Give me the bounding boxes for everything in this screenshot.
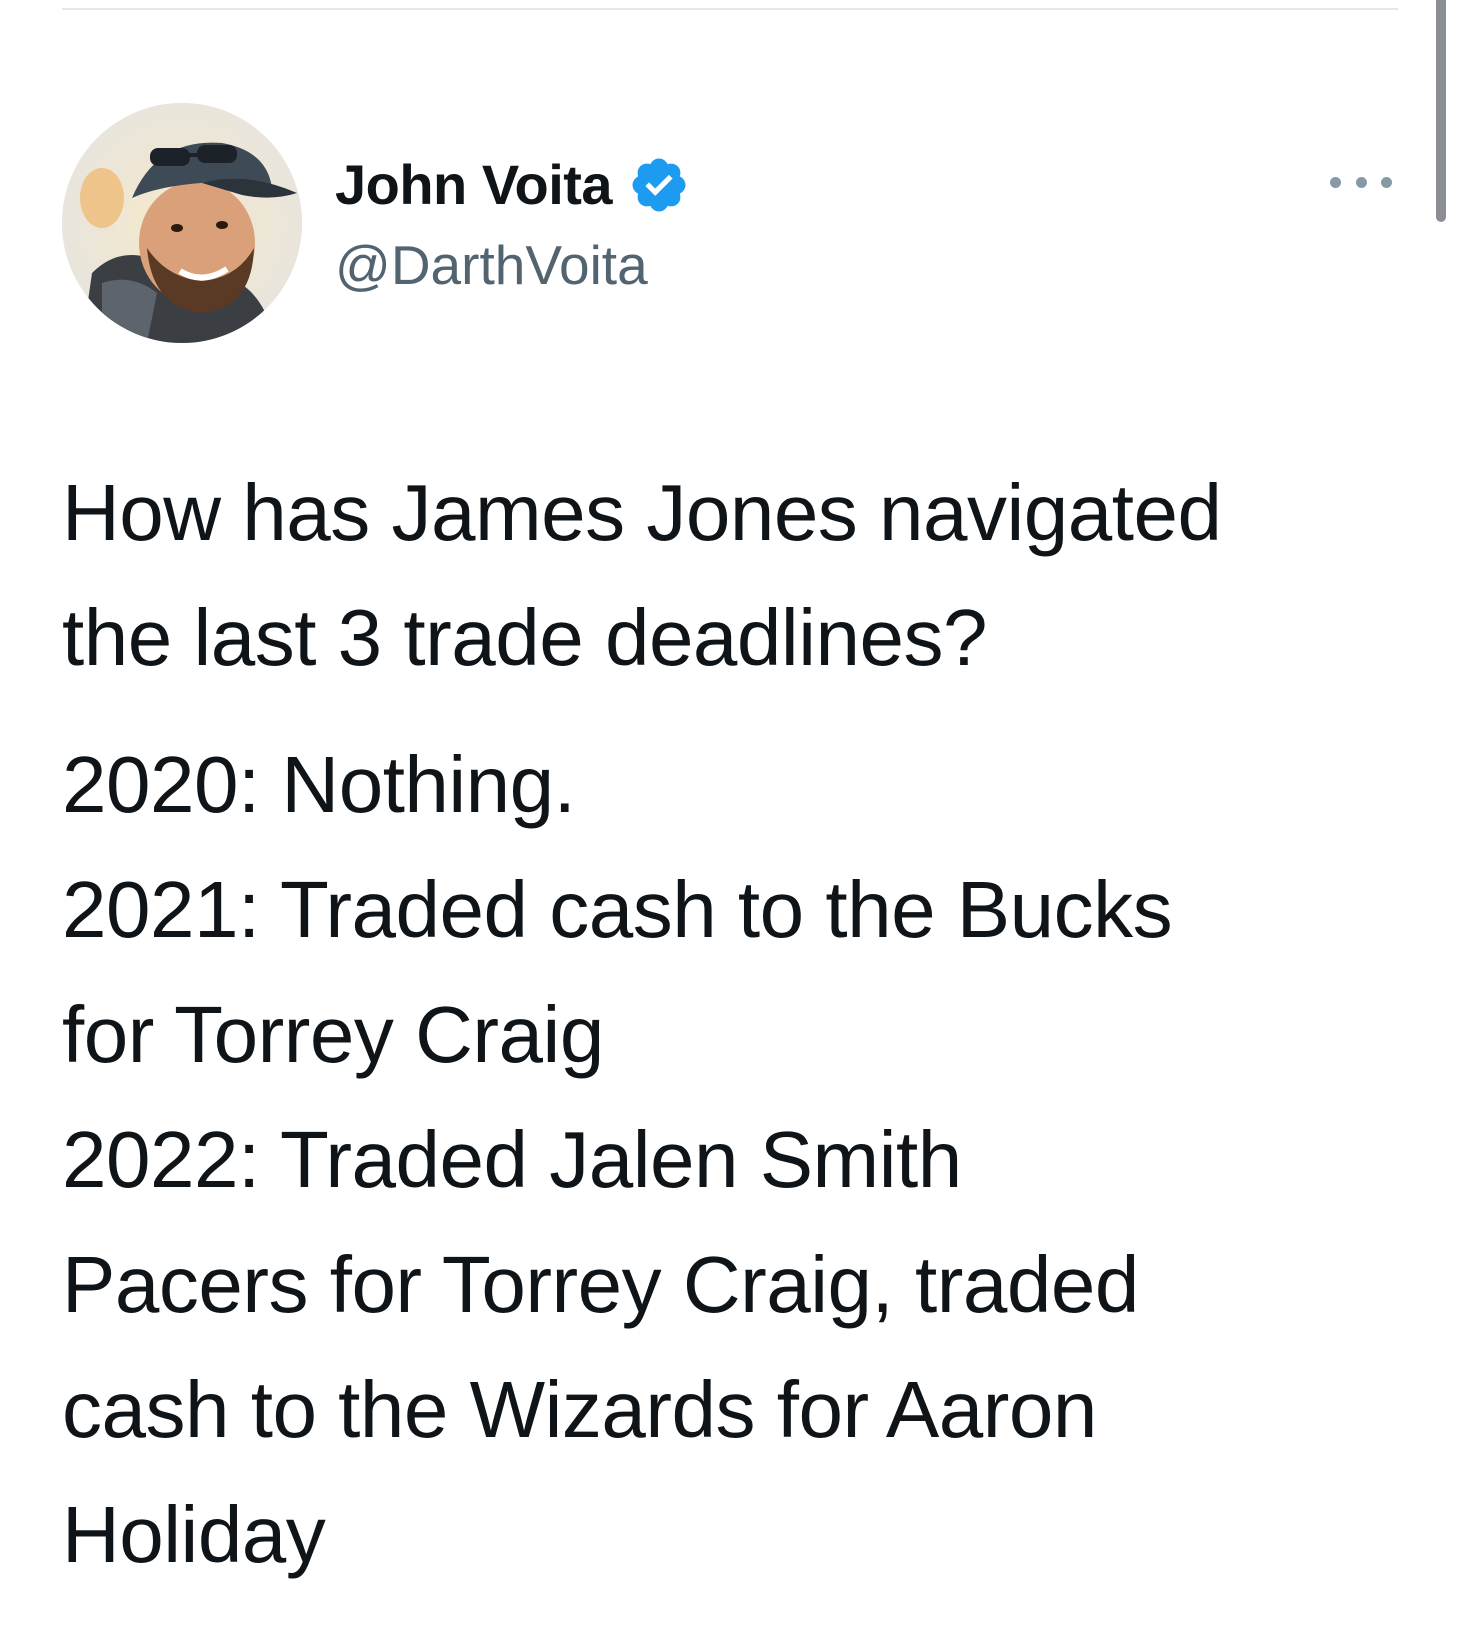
tweet-line: 2022: Traded Jalen Smith [62, 1115, 962, 1204]
tweet-line: 2021: Traded cash to the Bucks [62, 865, 1173, 954]
tweet-line: Holiday [62, 1490, 326, 1579]
more-options-icon[interactable] [1330, 168, 1392, 196]
scrollbar[interactable] [1436, 0, 1446, 222]
tweet-line: 2020: Nothing. [62, 740, 576, 829]
tweet-line: How has James Jones navigated [62, 468, 1222, 557]
tweet-text: How has James Jones navigated the last 3… [62, 450, 1402, 1597]
author-name-row[interactable]: John Voita [335, 145, 690, 225]
tweet-line: the last 3 trade deadlines? [62, 593, 987, 682]
author-handle[interactable]: @DarthVoita [335, 238, 648, 293]
top-divider [62, 8, 1398, 10]
dot [1381, 176, 1392, 188]
display-name[interactable]: John Voita [335, 157, 613, 213]
tweet-line: for Torrey Craig [62, 990, 604, 1079]
verified-badge-icon [632, 158, 686, 212]
tweet-line: Pacers for Torrey Craig, traded [62, 1240, 1139, 1329]
dot [1355, 176, 1367, 188]
avatar-photo [62, 103, 302, 343]
tweet-line: cash to the Wizards for Aaron [62, 1365, 1097, 1454]
avatar[interactable] [62, 103, 302, 343]
dot [1330, 176, 1341, 188]
